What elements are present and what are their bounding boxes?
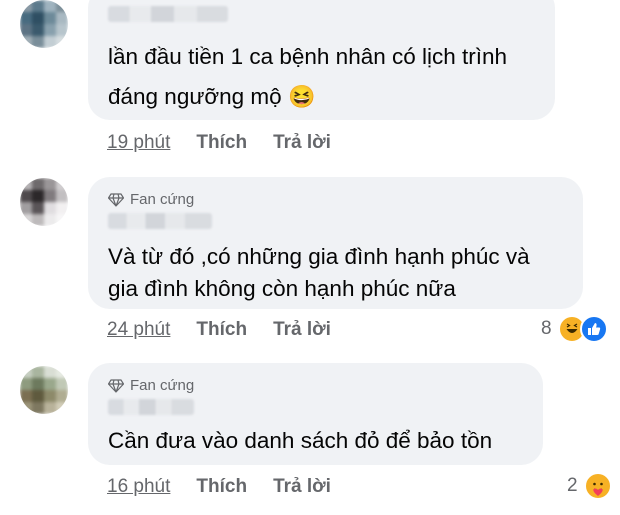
avatar[interactable]	[20, 0, 68, 48]
comment-text-line: Cần đưa vào danh sách đỏ để bảo tồn	[108, 428, 493, 453]
comment-timestamp[interactable]: 16 phút	[107, 476, 170, 498]
care-icon	[583, 472, 612, 500]
reply-button[interactable]: Trả lời	[273, 319, 331, 341]
comment-text-line: Và từ đó ,có những gia đình hạnh phúc và	[108, 244, 530, 269]
commenter-name[interactable]	[108, 213, 212, 229]
commenter-name[interactable]	[108, 6, 228, 22]
like-button[interactable]: Thích	[196, 476, 247, 498]
laughing-emoji-icon: 😆	[287, 84, 316, 109]
top-fan-badge: Fan cứng	[108, 191, 194, 208]
comment-timestamp[interactable]: 19 phút	[107, 132, 170, 154]
comment-text-line: lần đầu tiền 1 ca bệnh nhân có lịch trìn…	[108, 44, 508, 69]
like-button[interactable]: Thích	[196, 132, 247, 154]
reaction-count: 8	[541, 318, 552, 339]
reply-button[interactable]: Trả lời	[273, 132, 331, 154]
reply-button[interactable]: Trả lời	[273, 476, 331, 498]
like-button[interactable]: Thích	[196, 319, 247, 341]
comment-bubble: Fan cứng Và từ đó ,có những gia đình hạn…	[88, 177, 583, 309]
comment-bubble: lần đầu tiền 1 ca bệnh nhân có lịch trìn…	[88, 0, 555, 120]
diamond-icon	[108, 378, 124, 393]
comment-timestamp[interactable]: 24 phút	[107, 319, 170, 341]
commenter-name[interactable]	[108, 399, 194, 415]
comment-text-line: đáng ngưỡng mộ	[108, 84, 282, 109]
avatar[interactable]	[20, 178, 68, 226]
reaction-summary[interactable]: 2	[567, 472, 612, 500]
like-icon	[579, 315, 608, 343]
comment-text-line: gia đình không còn hạnh phúc nữa	[108, 276, 456, 301]
reaction-summary[interactable]: 8	[541, 315, 608, 343]
badge-label: Fan cứng	[130, 191, 195, 208]
diamond-icon	[108, 192, 124, 207]
comment-bubble: Fan cứng Cần đưa vào danh sách đỏ để bảo…	[88, 363, 543, 465]
avatar[interactable]	[20, 366, 68, 414]
badge-label: Fan cứng	[130, 377, 195, 394]
reaction-count: 2	[567, 475, 578, 496]
top-fan-badge: Fan cứng	[108, 377, 194, 394]
